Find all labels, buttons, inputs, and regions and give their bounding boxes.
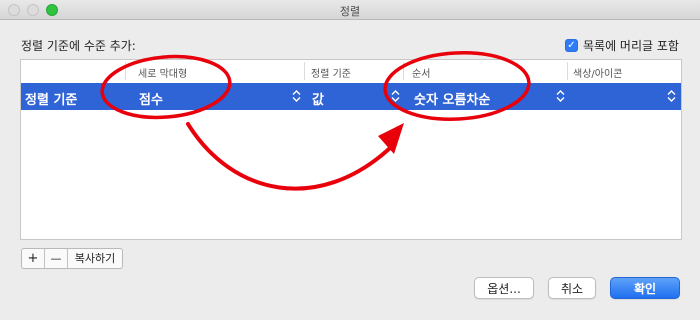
copy-level-button[interactable]: 복사하기 <box>68 249 122 268</box>
column-separator <box>567 62 568 80</box>
sort-on-popup[interactable]: 값 <box>312 89 324 108</box>
popup-arrows-icon[interactable] <box>391 90 400 102</box>
order-popup[interactable]: 숫자 오름차순 <box>414 89 490 108</box>
popup-arrows-icon[interactable] <box>667 90 676 102</box>
column-popup[interactable]: 점수 <box>139 89 163 108</box>
headers-checkbox-control[interactable]: ✓ 목록에 머리글 포함 <box>565 37 679 54</box>
column-separator <box>125 62 126 80</box>
column-header-column: 세로 막대형 <box>138 69 188 80</box>
table-row[interactable]: 정렬 기준 점수 값 숫자 오름차순 <box>21 83 681 110</box>
level-controls: + — 복사하기 <box>21 248 123 269</box>
options-button[interactable]: 옵션... <box>474 277 534 299</box>
column-header-color-icon: 색상/아이콘 <box>573 69 623 80</box>
table-header: 세로 막대형 정렬 기준 순서 색상/아이콘 <box>21 60 681 84</box>
title-bar: 정렬 <box>0 0 700 20</box>
checkbox-checked-icon[interactable]: ✓ <box>565 39 578 52</box>
column-separator <box>304 62 305 80</box>
popup-arrows-icon[interactable] <box>292 90 301 102</box>
column-header-sort-on: 정렬 기준 <box>311 69 351 80</box>
column-separator <box>403 62 404 80</box>
add-level-button[interactable]: + <box>22 249 45 268</box>
ok-button[interactable]: 확인 <box>610 277 680 299</box>
row-label: 정렬 기준 <box>25 93 78 108</box>
popup-arrows-icon[interactable] <box>556 90 565 102</box>
headers-checkbox-label: 목록에 머리글 포함 <box>583 39 679 53</box>
remove-level-button[interactable]: — <box>45 249 68 268</box>
cancel-button[interactable]: 취소 <box>548 277 596 299</box>
add-level-heading: 정렬 기준에 수준 추가: <box>21 39 136 53</box>
column-header-order: 순서 <box>412 69 431 80</box>
window-title: 정렬 <box>339 5 361 18</box>
sort-levels-table: 세로 막대형 정렬 기준 순서 색상/아이콘 정렬 기준 점수 값 숫자 오름차… <box>20 59 682 240</box>
